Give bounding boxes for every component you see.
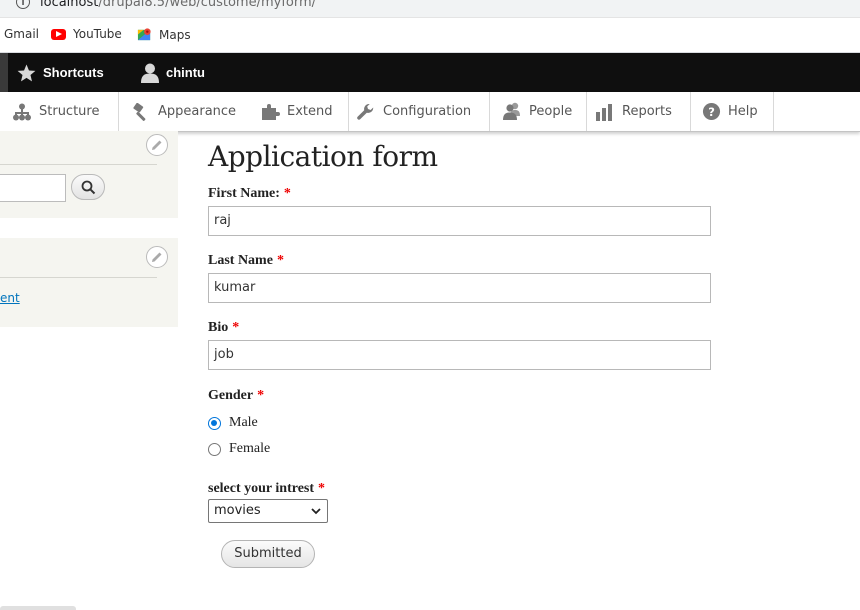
interest-label-text: select your intrest [208,481,315,496]
first-name-label: First Name: * [208,186,291,202]
menu-reports[interactable]: Reports [586,92,691,131]
bookmark-maps[interactable]: Maps [137,27,191,42]
radio-male-label[interactable]: Male [229,415,258,431]
toolbar-shortcuts-label: Shortcuts [43,65,104,80]
youtube-icon [51,28,66,40]
gender-option-male[interactable]: Male [208,415,258,431]
structure-icon [13,103,31,120]
required-marker: * [283,186,291,201]
address-bar[interactable]: i localhost/drupal8.5/web/custome/myform… [0,0,860,18]
extend-puzzle-icon [262,103,280,120]
interest-label: select your intrest * [208,481,325,497]
menu-configuration[interactable]: Configuration [348,92,490,131]
menu-structure-label: Structure [39,104,100,119]
gender-label: Gender * [208,388,264,404]
appearance-icon [133,102,146,121]
url-host: localhost [40,0,99,10]
admin-toolbar: Shortcuts chintu [0,53,860,92]
sidebar-divider [0,277,157,278]
page-title: Application form [208,140,438,173]
submit-button[interactable]: Submitted [221,540,315,568]
menu-reports-label: Reports [622,104,672,119]
required-marker: * [318,481,326,496]
search-button[interactable] [71,174,105,200]
admin-menu: Structure Appearance Extend Configuratio… [0,92,860,132]
menu-extend-label: Extend [287,104,333,119]
first-name-label-text: First Name: [208,186,280,201]
bookmark-gmail[interactable]: Gmail [4,27,39,41]
last-name-field[interactable]: kumar [208,273,711,303]
bookmark-youtube[interactable]: YouTube [51,27,122,41]
toolbar-manage-tab[interactable] [0,53,8,92]
user-icon [141,63,159,83]
svg-text:?: ? [708,105,715,119]
interest-selected-value: movies [214,503,261,518]
menu-configuration-label: Configuration [383,104,472,119]
bio-field[interactable]: job [208,340,711,370]
required-marker: * [257,388,265,403]
bio-label-text: Bio [208,320,229,335]
sidebar-link[interactable]: ent [0,291,20,305]
bookmarks-bar: Gmail YouTube Maps [0,18,860,53]
wrench-icon [357,103,374,120]
edit-block-pencil-button[interactable] [146,246,168,268]
url-text[interactable]: localhost/drupal8.5/web/custome/myform/ [40,0,316,10]
menu-help-label: Help [728,104,758,119]
bio-label: Bio * [208,320,239,336]
sidebar-divider [0,164,157,165]
last-name-label: Last Name * [208,253,284,269]
gender-option-female[interactable]: Female [208,441,270,457]
help-question-icon: ? [702,102,721,121]
interest-select[interactable]: movies [208,499,328,523]
star-icon [17,63,36,81]
required-marker: * [276,253,284,268]
url-path: /drupal8.5/web/custome/myform/ [98,0,317,10]
pencil-icon [152,252,162,262]
site-info-icon[interactable]: i [16,0,30,9]
radio-female[interactable] [208,442,221,456]
toolbar-user-label: chintu [166,65,205,80]
radio-male[interactable] [208,416,221,430]
edit-block-pencil-button[interactable] [146,134,168,156]
bookmark-label: Gmail [4,27,40,41]
last-name-label-text: Last Name [208,253,273,268]
first-name-field[interactable]: raj [208,206,711,236]
bookmark-label: YouTube [73,27,122,41]
toolbar-shortcuts[interactable]: Shortcuts [17,53,104,92]
menu-appearance-label: Appearance [158,104,237,119]
people-icon [503,102,520,120]
menu-extend[interactable]: Extend [248,92,349,131]
search-input[interactable] [0,174,66,202]
menu-help[interactable]: ? Help [690,92,774,131]
chevron-down-icon [311,508,321,515]
gender-label-text: Gender [208,388,254,403]
required-marker: * [232,320,240,335]
menu-structure[interactable]: Structure [0,92,119,131]
bottom-fragment [0,606,76,610]
radio-female-label[interactable]: Female [229,441,270,457]
search-icon [81,180,95,194]
toolbar-user[interactable]: chintu [141,53,205,92]
menu-people[interactable]: People [490,92,587,131]
pencil-icon [152,140,162,150]
bookmark-label: Maps [159,27,191,42]
maps-icon [137,28,151,41]
menu-people-label: People [529,104,573,119]
reports-chart-icon [596,103,612,121]
